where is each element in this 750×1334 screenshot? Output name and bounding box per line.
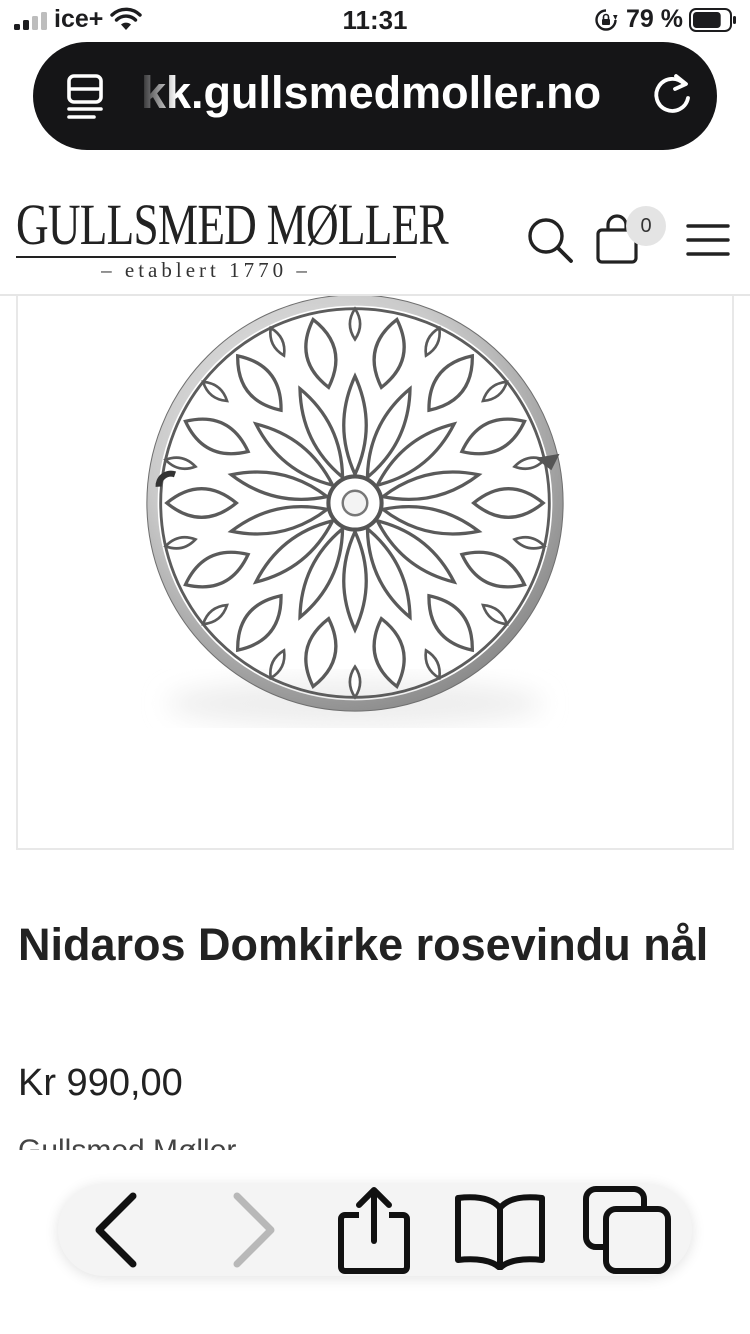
site-logo[interactable]: GULLSMED MØLLER – etablert 1770 – [16, 192, 449, 286]
rose-window-outer-petal [304, 317, 338, 390]
rose-window-small-petal [201, 603, 229, 626]
hamburger-menu-icon[interactable] [686, 222, 730, 258]
rose-window-outer-petal [236, 593, 283, 653]
cart-count-badge: 0 [626, 206, 666, 246]
browser-toolbar [58, 1184, 692, 1276]
rose-window-small-petal [201, 380, 229, 403]
rose-window-brooch-image [146, 296, 564, 728]
rose-window-outer-petal [183, 550, 251, 589]
rose-window-small-petal [424, 648, 441, 681]
battery-icon [689, 8, 736, 32]
rose-window-small-petal [348, 306, 362, 342]
share-icon [338, 1187, 410, 1274]
rose-window-outer-petal [427, 593, 474, 653]
back-icon [95, 1192, 137, 1268]
rotation-lock-icon [595, 9, 618, 31]
rose-window-outer-petal [236, 353, 283, 413]
address-bar[interactable]: kk.gullsmedmoller.no [33, 42, 717, 150]
rose-window-outer-petal [304, 616, 338, 689]
tabs-icon [583, 1186, 671, 1274]
rose-window-outer-petal [427, 353, 474, 413]
bookmarks-button[interactable] [452, 1184, 548, 1276]
logo-name: GULLSMED MØLLER [16, 192, 449, 257]
product-image[interactable] [16, 296, 734, 850]
rose-window-small-petal [348, 664, 362, 700]
rose-window-outer-petal [471, 487, 546, 519]
product-title: Nidaros Domkirke rosevindu nål [18, 919, 709, 970]
rose-window-outer-petal [183, 417, 251, 456]
url-text[interactable]: kk.gullsmedmoller.no [141, 67, 619, 119]
rose-window-outer-petal [459, 417, 527, 456]
rose-window-outer-petal [459, 550, 527, 589]
tabs-button[interactable] [580, 1184, 676, 1276]
bookmarks-icon [455, 1194, 545, 1270]
rose-window-small-petal [512, 535, 547, 550]
rose-window-outer-petal [372, 317, 406, 390]
rose-window-small-petal [269, 325, 286, 358]
battery-percentage: 79 % [626, 5, 683, 33]
share-button[interactable] [326, 1184, 422, 1276]
logo-tagline: – etablert 1770 – [101, 258, 311, 282]
status-bar: ice+ 11:31 79 % [0, 0, 750, 40]
rose-window-inner-petal [342, 527, 368, 634]
rose-window-small-petal [481, 603, 509, 626]
product-vendor[interactable]: Gullsmed Møller [18, 1136, 236, 1150]
rose-window-small-petal [269, 648, 286, 681]
back-button[interactable] [68, 1184, 164, 1276]
site-header: GULLSMED MØLLER – etablert 1770 – 0 [0, 170, 750, 296]
rose-window-outer-petal [164, 487, 239, 519]
rose-window-small-petal [163, 535, 198, 550]
rose-window-small-petal [163, 456, 198, 471]
forward-icon [233, 1192, 275, 1268]
rose-window-small-petal [424, 325, 441, 358]
url-fade [137, 62, 177, 130]
search-icon[interactable] [526, 216, 574, 264]
reader-mode-icon[interactable] [66, 72, 110, 120]
rose-window-inner-petal [342, 372, 368, 479]
reload-icon[interactable] [649, 72, 695, 118]
rose-window-outer-petal [372, 616, 406, 689]
rose-window-small-petal [481, 380, 509, 403]
product-price: Kr 990,00 [18, 1062, 183, 1104]
forward-button[interactable] [206, 1184, 302, 1276]
